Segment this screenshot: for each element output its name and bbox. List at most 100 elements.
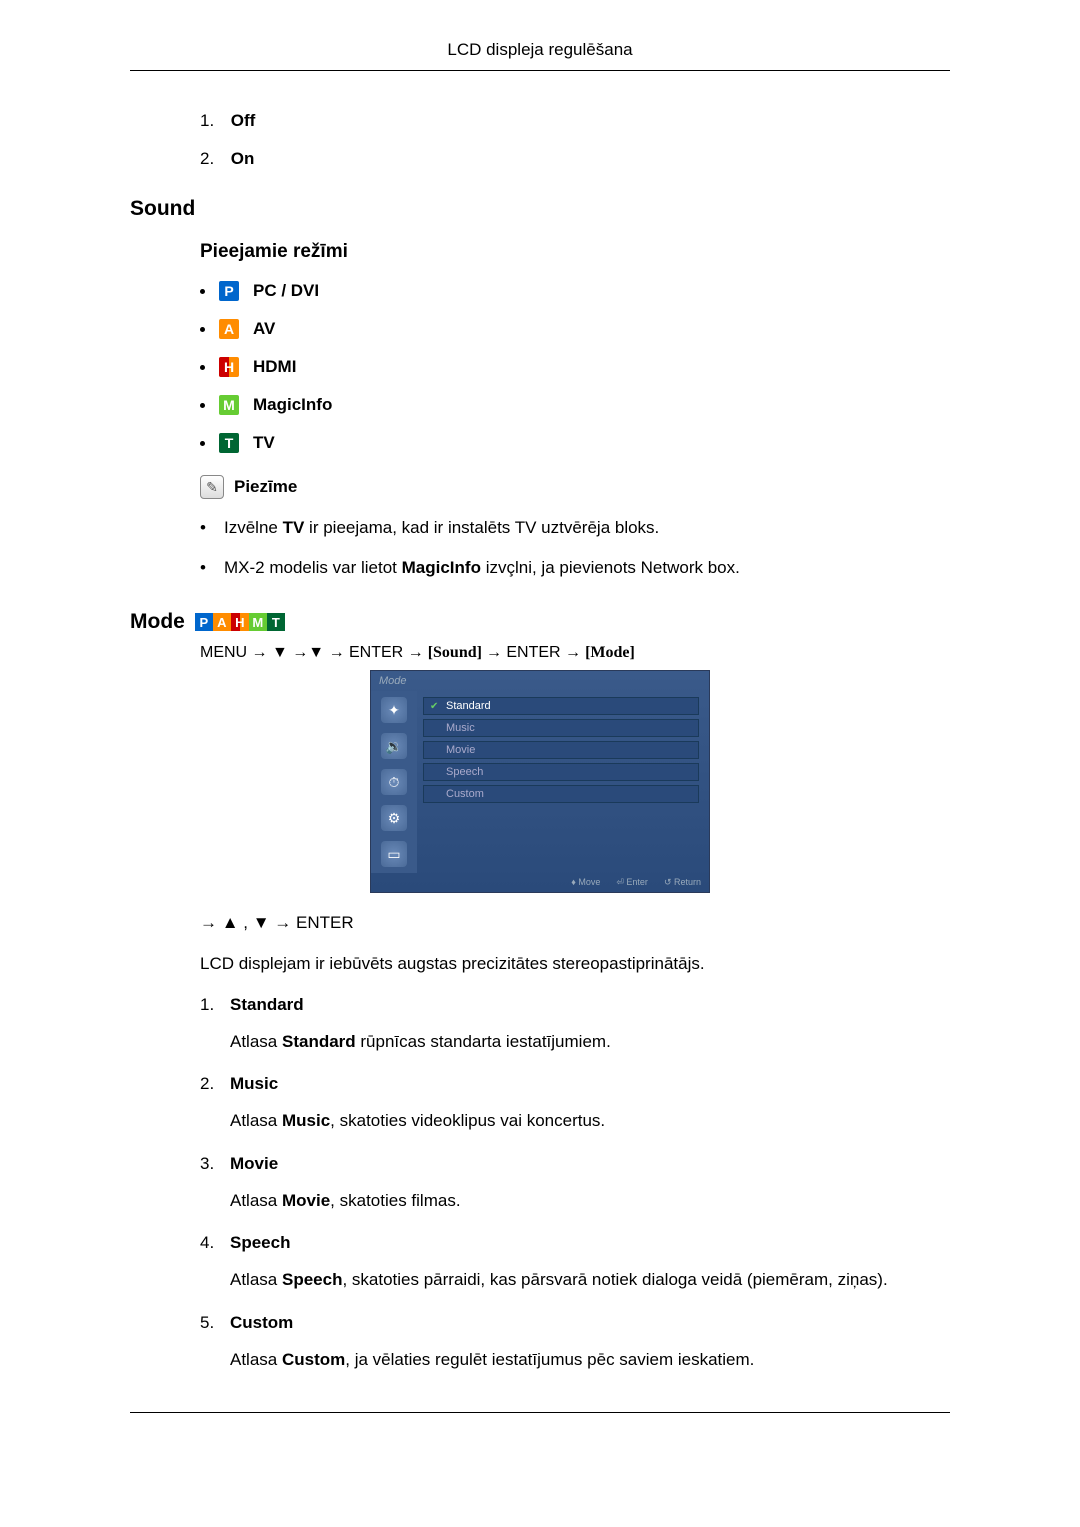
item-label: Off — [231, 111, 256, 130]
bullet-icon — [200, 441, 205, 446]
osd-hint-move: ♦ Move — [571, 877, 600, 888]
option-body: Atlasa Speech, skatoties pārraidi, kas p… — [230, 1267, 950, 1293]
item-number: 1. — [200, 111, 226, 131]
option-number: 4. — [200, 1233, 230, 1253]
item-label: On — [231, 149, 255, 168]
option-title: Movie — [230, 1154, 278, 1173]
mode-badge-row: P A H M T — [195, 613, 285, 631]
p-badge-icon: P — [219, 281, 239, 301]
note-text-bold: TV — [283, 518, 305, 537]
option-header: 4.Speech — [200, 1233, 950, 1253]
note-text-bold: MagicInfo — [402, 558, 481, 577]
bullet-icon — [200, 327, 205, 332]
a-badge-icon: A — [213, 613, 231, 631]
osd-body: ✦ 🔉 ⏱ ⚙ ▭ ✔Standard Music Movie Speech C… — [371, 691, 709, 873]
p-badge-icon: P — [195, 613, 213, 631]
page: LCD displeja regulēšana 1. Off 2. On Sou… — [0, 0, 1080, 1473]
mode-label: TV — [253, 433, 275, 453]
mode-item-magicinfo: M MagicInfo — [200, 395, 950, 415]
header-title: LCD displeja regulēšana — [447, 40, 632, 59]
footer-rule — [130, 1412, 950, 1413]
note-label: Piezīme — [234, 477, 297, 497]
a-badge-icon: A — [219, 319, 239, 339]
note-text-pre: MX-2 modelis var lietot — [224, 558, 402, 577]
osd-input-icon: ▭ — [381, 841, 407, 867]
note-item: MX-2 modelis var lietot MagicInfo izvçln… — [200, 555, 950, 581]
mode-item-hdmi: H HDMI — [200, 357, 950, 377]
option-title: Music — [230, 1074, 278, 1093]
mode-option-movie: 3.Movie Atlasa Movie, skatoties filmas. — [200, 1154, 950, 1214]
bullet-icon — [200, 403, 205, 408]
osd-picture-icon: ✦ — [381, 697, 407, 723]
mode-heading: Mode — [130, 610, 185, 634]
osd-screenshot: Mode ✦ 🔉 ⏱ ⚙ ▭ ✔Standard Music Movie Spe… — [370, 670, 710, 893]
m-badge-icon: M — [249, 613, 267, 631]
option-title: Speech — [230, 1233, 290, 1252]
option-body: Atlasa Custom, ja vēlaties regulēt iesta… — [230, 1347, 950, 1373]
mode-option-custom: 5.Custom Atlasa Custom, ja vēlaties regu… — [200, 1313, 950, 1373]
menu-navigation-path: MENU → ▼ →▼ → ENTER → [Sound] → ENTER → … — [200, 644, 950, 662]
osd-title: Mode — [371, 671, 709, 691]
mode-option-speech: 4.Speech Atlasa Speech, skatoties pārrai… — [200, 1233, 950, 1293]
osd-hint-enter: ⏎ Enter — [616, 877, 648, 888]
osd-item-movie: Movie — [423, 741, 699, 759]
note-text-pre: Izvēlne — [224, 518, 283, 537]
osd-footer: ♦ Move ⏎ Enter ↺ Return — [371, 873, 709, 892]
option-title: Standard — [230, 995, 304, 1014]
mode-heading-row: Mode P A H M T — [130, 610, 950, 634]
nav-segment: MENU → ▼ →▼ → ENTER → — [200, 644, 424, 662]
note-text-post: ir pieejama, kad ir instalēts TV uztvērē… — [304, 518, 659, 537]
h-badge-icon: H — [219, 357, 239, 377]
option-header: 5.Custom — [200, 1313, 950, 1333]
mode-label: MagicInfo — [253, 395, 332, 415]
option-header: 1.Standard — [200, 995, 950, 1015]
available-modes-heading: Pieejamie režīmi — [200, 241, 950, 263]
top-off-on-list: 1. Off 2. On — [200, 111, 950, 169]
osd-item-custom: Custom — [423, 785, 699, 803]
post-nav-keys: → ▲ , ▼ → ENTER — [200, 913, 950, 933]
option-number: 3. — [200, 1154, 230, 1174]
mode-option-standard: 1.Standard Atlasa Standard rūpnīcas stan… — [200, 995, 950, 1055]
page-header: LCD displeja regulēšana — [130, 40, 950, 71]
option-header: 2.Music — [200, 1074, 950, 1094]
osd-item-standard: ✔Standard — [423, 697, 699, 715]
option-body: Atlasa Movie, skatoties filmas. — [230, 1188, 950, 1214]
osd-left-icons: ✦ 🔉 ⏱ ⚙ ▭ — [371, 691, 417, 873]
option-header: 3.Movie — [200, 1154, 950, 1174]
mode-option-music: 2.Music Atlasa Music, skatoties videokli… — [200, 1074, 950, 1134]
mode-intro-text: LCD displejam ir iebūvēts augstas preciz… — [200, 951, 950, 977]
osd-item-speech: Speech — [423, 763, 699, 781]
osd-panel: Mode ✦ 🔉 ⏱ ⚙ ▭ ✔Standard Music Movie Spe… — [370, 670, 710, 893]
option-title: Custom — [230, 1313, 293, 1332]
note-list: Izvēlne TV ir pieejama, kad ir instalēts… — [200, 515, 950, 580]
option-number: 2. — [200, 1074, 230, 1094]
option-number: 5. — [200, 1313, 230, 1333]
note-item: Izvēlne TV ir pieejama, kad ir instalēts… — [200, 515, 950, 541]
osd-setup-icon: ⏱ — [381, 769, 407, 795]
h-badge-icon: H — [231, 613, 249, 631]
mode-options-list: 1.Standard Atlasa Standard rūpnīcas stan… — [200, 995, 950, 1373]
option-body: Atlasa Standard rūpnīcas standarta iesta… — [230, 1029, 950, 1055]
list-item: 1. Off — [200, 111, 950, 131]
note-header: ✎ Piezīme — [200, 475, 950, 499]
check-icon: ✔ — [430, 701, 440, 712]
m-badge-icon: M — [219, 395, 239, 415]
list-item: 2. On — [200, 149, 950, 169]
t-badge-icon: T — [267, 613, 285, 631]
mode-item-av: A AV — [200, 319, 950, 339]
nav-placeholder-sound: [Sound] — [428, 644, 482, 662]
note-text-post: izvçlni, ja pievienots Network box. — [481, 558, 740, 577]
osd-menu-items: ✔Standard Music Movie Speech Custom — [417, 691, 709, 873]
osd-settings-icon: ⚙ — [381, 805, 407, 831]
t-badge-icon: T — [219, 433, 239, 453]
nav-segment: → ENTER → — [486, 644, 581, 662]
mode-label: PC / DVI — [253, 281, 319, 301]
osd-hint-return: ↺ Return — [664, 877, 701, 888]
mode-label: AV — [253, 319, 275, 339]
bullet-icon — [200, 289, 205, 294]
note-icon: ✎ — [200, 475, 224, 499]
mode-item-pc-dvi: P PC / DVI — [200, 281, 950, 301]
option-body: Atlasa Music, skatoties videoklipus vai … — [230, 1108, 950, 1134]
modes-list: P PC / DVI A AV H HDMI M MagicInfo T TV — [200, 281, 950, 453]
osd-item-music: Music — [423, 719, 699, 737]
